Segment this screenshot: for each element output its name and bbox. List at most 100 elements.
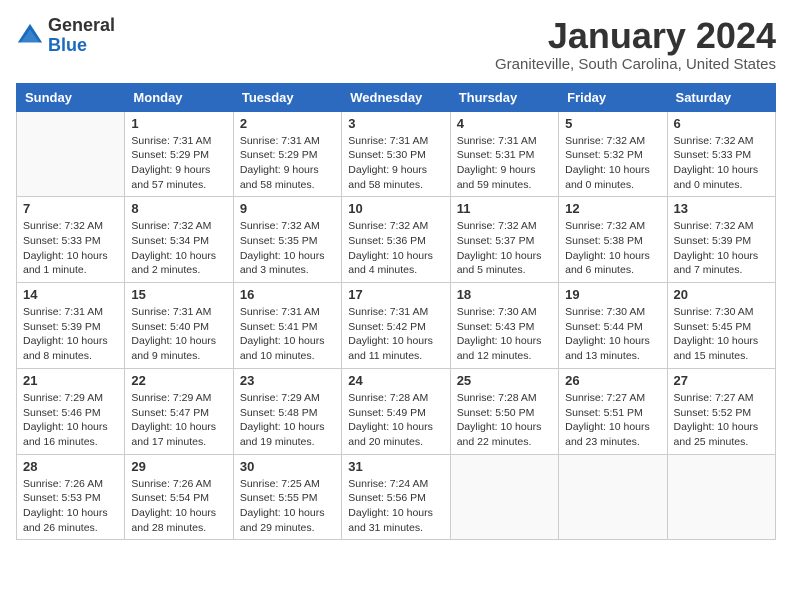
week-row-1: 7 Sunrise: 7:32 AMSunset: 5:33 PMDaylight… xyxy=(17,197,776,283)
calendar-header-friday: Friday xyxy=(559,83,667,111)
day-number: 28 xyxy=(23,459,118,474)
day-info: Sunrise: 7:32 AMSunset: 5:37 PMDaylight:… xyxy=(457,219,552,278)
logo: General Blue xyxy=(16,16,115,56)
day-number: 27 xyxy=(674,373,769,388)
calendar-cell: 20Sunrise: 7:30 AMSunset: 5:45 PMDayligh… xyxy=(667,283,775,369)
day-info: Sunrise: 7:32 AMSunset: 5:33 PMDaylight:… xyxy=(674,134,769,193)
day-number: 15 xyxy=(131,287,226,302)
calendar-cell: 4 Sunrise: 7:31 AMSunset: 5:31 PMDaylight… xyxy=(450,111,558,197)
calendar-header-tuesday: Tuesday xyxy=(233,83,341,111)
day-number: 22 xyxy=(131,373,226,388)
day-number: 21 xyxy=(23,373,118,388)
day-number: 5 xyxy=(565,116,660,131)
day-info: Sunrise: 7:31 AMSunset: 5:31 PMDaylight:… xyxy=(457,134,552,193)
calendar-cell: 14 Sunrise: 7:31 AMSunset: 5:39 PMDayligh… xyxy=(17,283,125,369)
week-row-3: 21Sunrise: 7:29 AMSunset: 5:46 PMDayligh… xyxy=(17,368,776,454)
day-number: 19 xyxy=(565,287,660,302)
day-number: 6 xyxy=(674,116,769,131)
calendar-cell: 21Sunrise: 7:29 AMSunset: 5:46 PMDayligh… xyxy=(17,368,125,454)
month-title: January 2024 xyxy=(495,16,776,56)
day-number: 23 xyxy=(240,373,335,388)
calendar-cell: 15Sunrise: 7:31 AMSunset: 5:40 PMDayligh… xyxy=(125,283,233,369)
calendar-cell: 6 Sunrise: 7:32 AMSunset: 5:33 PMDaylight… xyxy=(667,111,775,197)
calendar-header-saturday: Saturday xyxy=(667,83,775,111)
calendar-header-thursday: Thursday xyxy=(450,83,558,111)
day-number: 10 xyxy=(348,201,443,216)
day-info: Sunrise: 7:29 AMSunset: 5:48 PMDaylight:… xyxy=(240,391,335,450)
calendar-cell: 23 Sunrise: 7:29 AMSunset: 5:48 PMDayligh… xyxy=(233,368,341,454)
day-number: 14 xyxy=(23,287,118,302)
calendar-cell: 3 Sunrise: 7:31 AMSunset: 5:30 PMDaylight… xyxy=(342,111,450,197)
calendar-cell: 19 Sunrise: 7:30 AMSunset: 5:44 PMDayligh… xyxy=(559,283,667,369)
day-number: 1 xyxy=(131,116,226,131)
logo-blue: Blue xyxy=(48,36,115,56)
calendar-cell: 16 Sunrise: 7:31 AMSunset: 5:41 PMDayligh… xyxy=(233,283,341,369)
day-info: Sunrise: 7:32 AMSunset: 5:32 PMDaylight:… xyxy=(565,134,660,193)
day-number: 20 xyxy=(674,287,769,302)
calendar-cell: 9 Sunrise: 7:32 AMSunset: 5:35 PMDaylight… xyxy=(233,197,341,283)
calendar-header-monday: Monday xyxy=(125,83,233,111)
day-info: Sunrise: 7:31 AMSunset: 5:42 PMDaylight:… xyxy=(348,305,443,364)
title-block: January 2024 Graniteville, South Carolin… xyxy=(495,16,776,73)
day-info: Sunrise: 7:31 AMSunset: 5:30 PMDaylight:… xyxy=(348,134,443,193)
calendar-cell: 13 Sunrise: 7:32 AMSunset: 5:39 PMDayligh… xyxy=(667,197,775,283)
day-info: Sunrise: 7:32 AMSunset: 5:39 PMDaylight:… xyxy=(674,219,769,278)
day-number: 25 xyxy=(457,373,552,388)
day-info: Sunrise: 7:28 AMSunset: 5:49 PMDaylight:… xyxy=(348,391,443,450)
day-info: Sunrise: 7:25 AMSunset: 5:55 PMDaylight:… xyxy=(240,477,335,536)
day-number: 3 xyxy=(348,116,443,131)
day-info: Sunrise: 7:31 AMSunset: 5:29 PMDaylight:… xyxy=(240,134,335,193)
calendar-cell: 1 Sunrise: 7:31 AMSunset: 5:29 PMDaylight… xyxy=(125,111,233,197)
day-number: 13 xyxy=(674,201,769,216)
calendar-cell: 18 Sunrise: 7:30 AMSunset: 5:43 PMDayligh… xyxy=(450,283,558,369)
day-info: Sunrise: 7:32 AMSunset: 5:34 PMDaylight:… xyxy=(131,219,226,278)
day-info: Sunrise: 7:31 AMSunset: 5:29 PMDaylight:… xyxy=(131,134,226,193)
calendar-cell: 26 Sunrise: 7:27 AMSunset: 5:51 PMDayligh… xyxy=(559,368,667,454)
page-header: General Blue January 2024 Graniteville, … xyxy=(16,16,776,73)
logo-text: General Blue xyxy=(48,16,115,56)
day-info: Sunrise: 7:27 AMSunset: 5:51 PMDaylight:… xyxy=(565,391,660,450)
week-row-0: 1 Sunrise: 7:31 AMSunset: 5:29 PMDaylight… xyxy=(17,111,776,197)
day-info: Sunrise: 7:32 AMSunset: 5:35 PMDaylight:… xyxy=(240,219,335,278)
day-info: Sunrise: 7:30 AMSunset: 5:43 PMDaylight:… xyxy=(457,305,552,364)
day-number: 26 xyxy=(565,373,660,388)
calendar-cell xyxy=(450,454,558,540)
day-number: 16 xyxy=(240,287,335,302)
day-number: 9 xyxy=(240,201,335,216)
calendar-cell: 29Sunrise: 7:26 AMSunset: 5:54 PMDayligh… xyxy=(125,454,233,540)
day-info: Sunrise: 7:31 AMSunset: 5:41 PMDaylight:… xyxy=(240,305,335,364)
day-number: 12 xyxy=(565,201,660,216)
day-number: 18 xyxy=(457,287,552,302)
calendar-cell xyxy=(559,454,667,540)
calendar-cell: 30 Sunrise: 7:25 AMSunset: 5:55 PMDayligh… xyxy=(233,454,341,540)
day-number: 11 xyxy=(457,201,552,216)
calendar-cell: 24 Sunrise: 7:28 AMSunset: 5:49 PMDayligh… xyxy=(342,368,450,454)
calendar-cell: 25 Sunrise: 7:28 AMSunset: 5:50 PMDayligh… xyxy=(450,368,558,454)
logo-general: General xyxy=(48,16,115,36)
calendar-cell: 8Sunrise: 7:32 AMSunset: 5:34 PMDaylight… xyxy=(125,197,233,283)
calendar-cell: 27Sunrise: 7:27 AMSunset: 5:52 PMDayligh… xyxy=(667,368,775,454)
day-info: Sunrise: 7:30 AMSunset: 5:44 PMDaylight:… xyxy=(565,305,660,364)
calendar-header-wednesday: Wednesday xyxy=(342,83,450,111)
calendar-cell: 7 Sunrise: 7:32 AMSunset: 5:33 PMDaylight… xyxy=(17,197,125,283)
calendar-cell: 5 Sunrise: 7:32 AMSunset: 5:32 PMDaylight… xyxy=(559,111,667,197)
calendar-cell: 2Sunrise: 7:31 AMSunset: 5:29 PMDaylight… xyxy=(233,111,341,197)
day-number: 31 xyxy=(348,459,443,474)
day-info: Sunrise: 7:24 AMSunset: 5:56 PMDaylight:… xyxy=(348,477,443,536)
day-number: 30 xyxy=(240,459,335,474)
day-number: 4 xyxy=(457,116,552,131)
day-number: 24 xyxy=(348,373,443,388)
day-number: 7 xyxy=(23,201,118,216)
calendar-cell: 10Sunrise: 7:32 AMSunset: 5:36 PMDayligh… xyxy=(342,197,450,283)
calendar-cell: 12Sunrise: 7:32 AMSunset: 5:38 PMDayligh… xyxy=(559,197,667,283)
day-number: 29 xyxy=(131,459,226,474)
calendar-header-sunday: Sunday xyxy=(17,83,125,111)
day-info: Sunrise: 7:31 AMSunset: 5:39 PMDaylight:… xyxy=(23,305,118,364)
location: Graniteville, South Carolina, United Sta… xyxy=(495,56,776,73)
day-info: Sunrise: 7:32 AMSunset: 5:33 PMDaylight:… xyxy=(23,219,118,278)
calendar-cell xyxy=(17,111,125,197)
day-info: Sunrise: 7:29 AMSunset: 5:47 PMDaylight:… xyxy=(131,391,226,450)
day-number: 17 xyxy=(348,287,443,302)
calendar-table: SundayMondayTuesdayWednesdayThursdayFrid… xyxy=(16,83,776,541)
day-info: Sunrise: 7:28 AMSunset: 5:50 PMDaylight:… xyxy=(457,391,552,450)
